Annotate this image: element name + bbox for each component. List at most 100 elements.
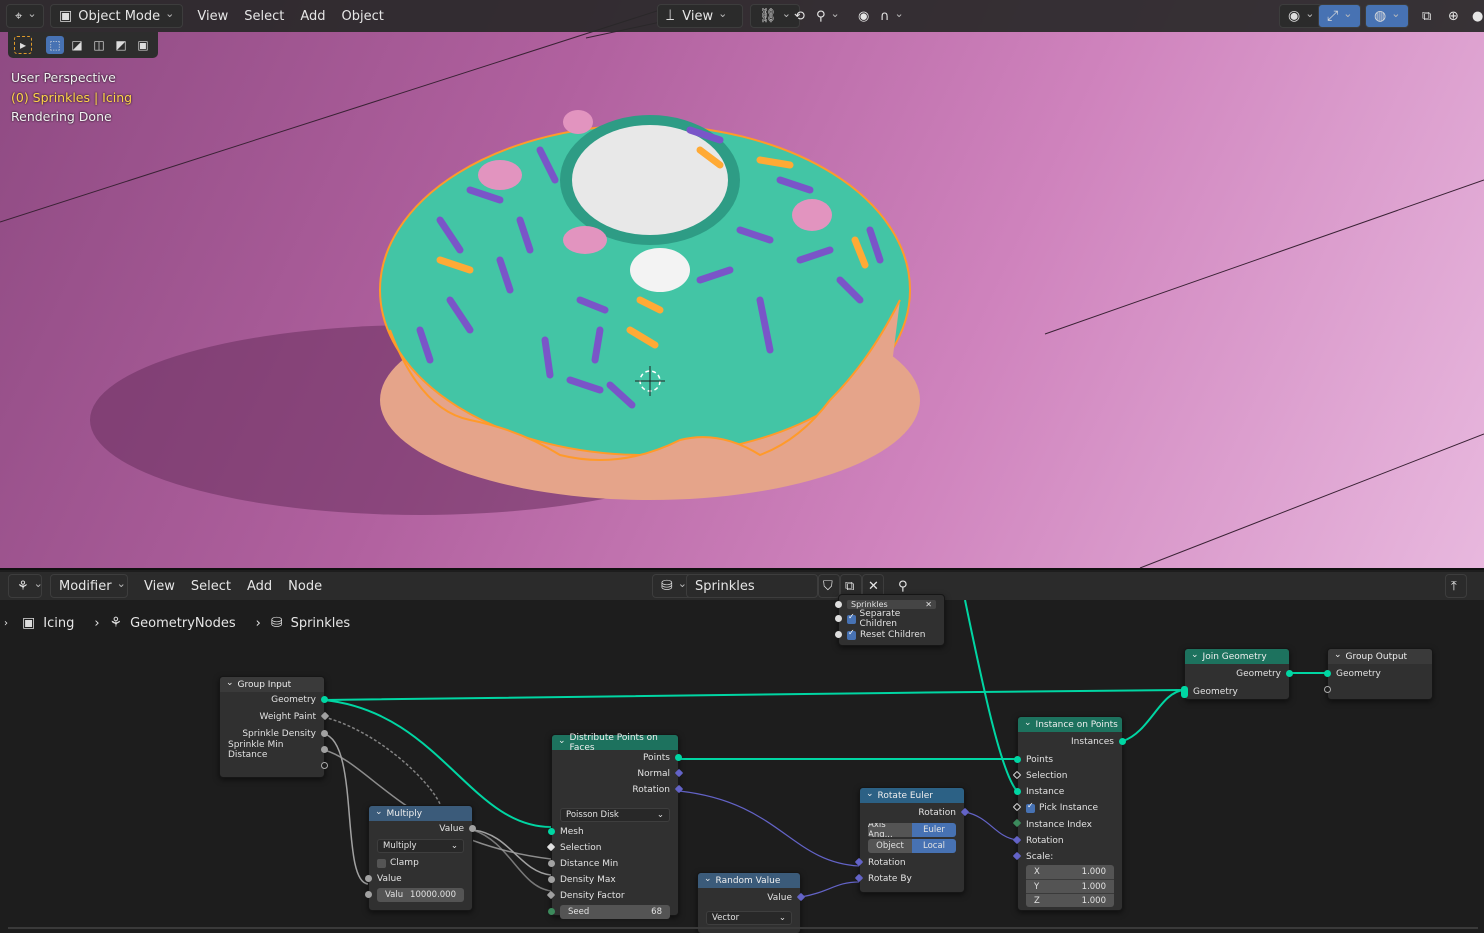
node-title[interactable]: Rotate Euler xyxy=(860,788,964,803)
input-socket[interactable] xyxy=(365,891,372,898)
mode-dropdown[interactable]: ▣ Object Mode xyxy=(50,4,184,28)
input-socket[interactable] xyxy=(548,876,555,883)
collection-info-node[interactable]: Sprinkles ✕ Separate Children Reset Child… xyxy=(835,594,945,646)
output-socket[interactable] xyxy=(321,746,328,753)
distribute-method-dropdown[interactable]: Poisson Disk ⌄ xyxy=(560,808,670,822)
input-socket[interactable] xyxy=(548,828,555,835)
xray-icon[interactable]: ⧉ xyxy=(1414,4,1439,28)
snap-target-icon[interactable]: ⚲ xyxy=(808,4,848,28)
select-new-icon[interactable]: ⬚ xyxy=(46,36,64,54)
select-extend-icon[interactable]: ◪ xyxy=(68,36,86,54)
socket-row: Geometry xyxy=(1324,666,1432,682)
input-socket[interactable] xyxy=(1014,756,1021,763)
output-socket[interactable] xyxy=(1286,670,1293,677)
node-title[interactable]: Group Output xyxy=(1328,649,1432,664)
data-type-dropdown[interactable]: Vector ⌄ xyxy=(706,911,792,925)
breadcrumb-object[interactable]: Icing xyxy=(43,616,74,631)
node-title[interactable]: Random Value xyxy=(698,873,800,888)
value-field[interactable]: Valu 10000.000 xyxy=(365,888,464,902)
3d-viewport[interactable]: ⌖ ▣ Object Mode View Select Add Object ⟘ V… xyxy=(0,0,1484,570)
menu-add[interactable]: Add xyxy=(292,4,333,28)
multiply-node[interactable]: Multiply Value Multiply ⌄ Clamp Value Val… xyxy=(365,805,476,911)
scale-z-field[interactable]: Z 1.000 xyxy=(1026,893,1114,907)
separate-children-row[interactable]: Separate Children xyxy=(835,609,944,629)
rotate-euler-node[interactable]: Rotate Euler Rotation Axis Ang...Euler O… xyxy=(854,787,970,893)
output-socket[interactable] xyxy=(321,696,328,703)
menu-object[interactable]: Object xyxy=(334,4,392,28)
euler-option[interactable]: Euler xyxy=(912,823,956,837)
socket-label: Sprinkle Density xyxy=(242,728,316,739)
group-output-node[interactable]: Group Output Geometry xyxy=(1324,648,1433,700)
space-toggle[interactable]: Object Local xyxy=(868,839,956,853)
multi-input-socket[interactable] xyxy=(1181,686,1188,698)
select-intersect-icon[interactable]: ▣ xyxy=(134,36,152,54)
socket-label: Mesh xyxy=(560,827,584,837)
wireframe-shading-icon[interactable]: ⊕ xyxy=(1440,4,1467,28)
input-socket[interactable] xyxy=(1324,670,1331,677)
breadcrumb-node-group[interactable]: Sprinkles xyxy=(291,616,351,631)
modifier-dropdown[interactable]: Modifier xyxy=(50,574,128,598)
input-socket[interactable] xyxy=(1014,788,1021,795)
visibility-dropdown[interactable]: ◉ xyxy=(1279,4,1324,28)
join-geometry-node[interactable]: Join Geometry Geometry Geometry xyxy=(1181,648,1293,700)
overlays-dropdown[interactable]: ◍ xyxy=(1365,4,1410,28)
fake-user-icon[interactable]: ⛉ xyxy=(818,574,840,598)
select-invert-icon[interactable]: ◩ xyxy=(112,36,130,54)
menu-select[interactable]: Select xyxy=(236,4,292,28)
socket-label: Instance Index xyxy=(1026,819,1092,830)
menu-select[interactable]: Select xyxy=(183,574,239,598)
local-space-option[interactable]: Local xyxy=(912,839,956,853)
distribute-points-node[interactable]: Distribute Points on Faces Points Normal… xyxy=(546,733,684,919)
output-socket[interactable] xyxy=(321,730,328,737)
scale-x-field[interactable]: X 1.000 xyxy=(1026,865,1114,879)
clamp-row[interactable]: Clamp xyxy=(369,855,472,871)
menu-node[interactable]: Node xyxy=(280,574,330,598)
output-socket[interactable] xyxy=(675,754,682,761)
breadcrumb-modifier[interactable]: GeometryNodes xyxy=(130,616,236,631)
input-socket[interactable] xyxy=(548,908,555,915)
operation-dropdown[interactable]: Multiply ⌄ xyxy=(377,839,464,853)
gizmo-dropdown[interactable]: ⤢ xyxy=(1318,4,1362,28)
pick-instance-row[interactable]: Pick Instance xyxy=(1012,800,1122,816)
node-editor[interactable]: ⚘ Modifier View Select Add Node ⛁ Sprink… xyxy=(0,572,1484,933)
editor-type-icon[interactable]: ⚘ xyxy=(8,574,42,598)
random-value-node[interactable]: Random Value Value Vector ⌄ xyxy=(697,872,806,933)
instance-on-points-node[interactable]: Instance on Points Instances Points Sele… xyxy=(1012,716,1126,911)
rotation-type-toggle[interactable]: Axis Ang... Euler xyxy=(868,823,956,837)
menu-view[interactable]: View xyxy=(189,4,236,28)
parent-node-tree-icon[interactable]: ⤒ xyxy=(1445,574,1467,598)
node-title[interactable]: Multiply xyxy=(369,806,472,821)
node-title[interactable]: Instance on Points xyxy=(1018,717,1122,732)
input-socket[interactable] xyxy=(365,875,372,882)
select-cursor-icon[interactable]: ▸ xyxy=(14,36,32,54)
operation-label: Multiply xyxy=(383,841,417,851)
output-socket[interactable] xyxy=(469,825,476,832)
input-socket[interactable] xyxy=(1324,686,1331,693)
checkbox-icon[interactable] xyxy=(377,858,386,868)
scale-y-field[interactable]: Y 1.000 xyxy=(1026,879,1114,893)
node-group-name-field[interactable]: Sprinkles xyxy=(686,574,818,598)
input-socket[interactable] xyxy=(548,860,555,867)
falloff-icon[interactable]: ∩ xyxy=(872,4,912,28)
output-socket[interactable] xyxy=(321,762,328,769)
menu-view[interactable]: View xyxy=(136,574,183,598)
horizontal-scrollbar[interactable] xyxy=(8,927,1478,929)
checkbox-icon[interactable] xyxy=(847,628,856,640)
node-title[interactable]: Distribute Points on Faces xyxy=(552,733,678,753)
seed-field[interactable]: Seed 68 xyxy=(548,905,670,919)
solid-shading-icon[interactable]: ● xyxy=(1464,4,1484,28)
checkbox-icon[interactable] xyxy=(1026,801,1035,813)
axis-angle-option[interactable]: Axis Ang... xyxy=(868,823,912,837)
editor-type-icon[interactable]: ⌖ xyxy=(6,4,44,28)
reset-children-row[interactable]: Reset Children xyxy=(835,627,944,643)
output-socket[interactable] xyxy=(1119,738,1126,745)
menu-add[interactable]: Add xyxy=(239,574,280,598)
select-subtract-icon[interactable]: ◫ xyxy=(90,36,108,54)
transform-orientation-dropdown[interactable]: ⟘ View xyxy=(657,4,743,28)
checkbox-icon[interactable] xyxy=(847,612,856,624)
close-icon[interactable]: ✕ xyxy=(925,600,932,609)
object-space-option[interactable]: Object xyxy=(868,839,912,853)
node-title[interactable]: Group Input xyxy=(220,677,324,692)
node-title[interactable]: Join Geometry xyxy=(1185,649,1289,664)
group-input-node[interactable]: Group Input Geometry Weight Paint Sprink… xyxy=(219,676,330,778)
